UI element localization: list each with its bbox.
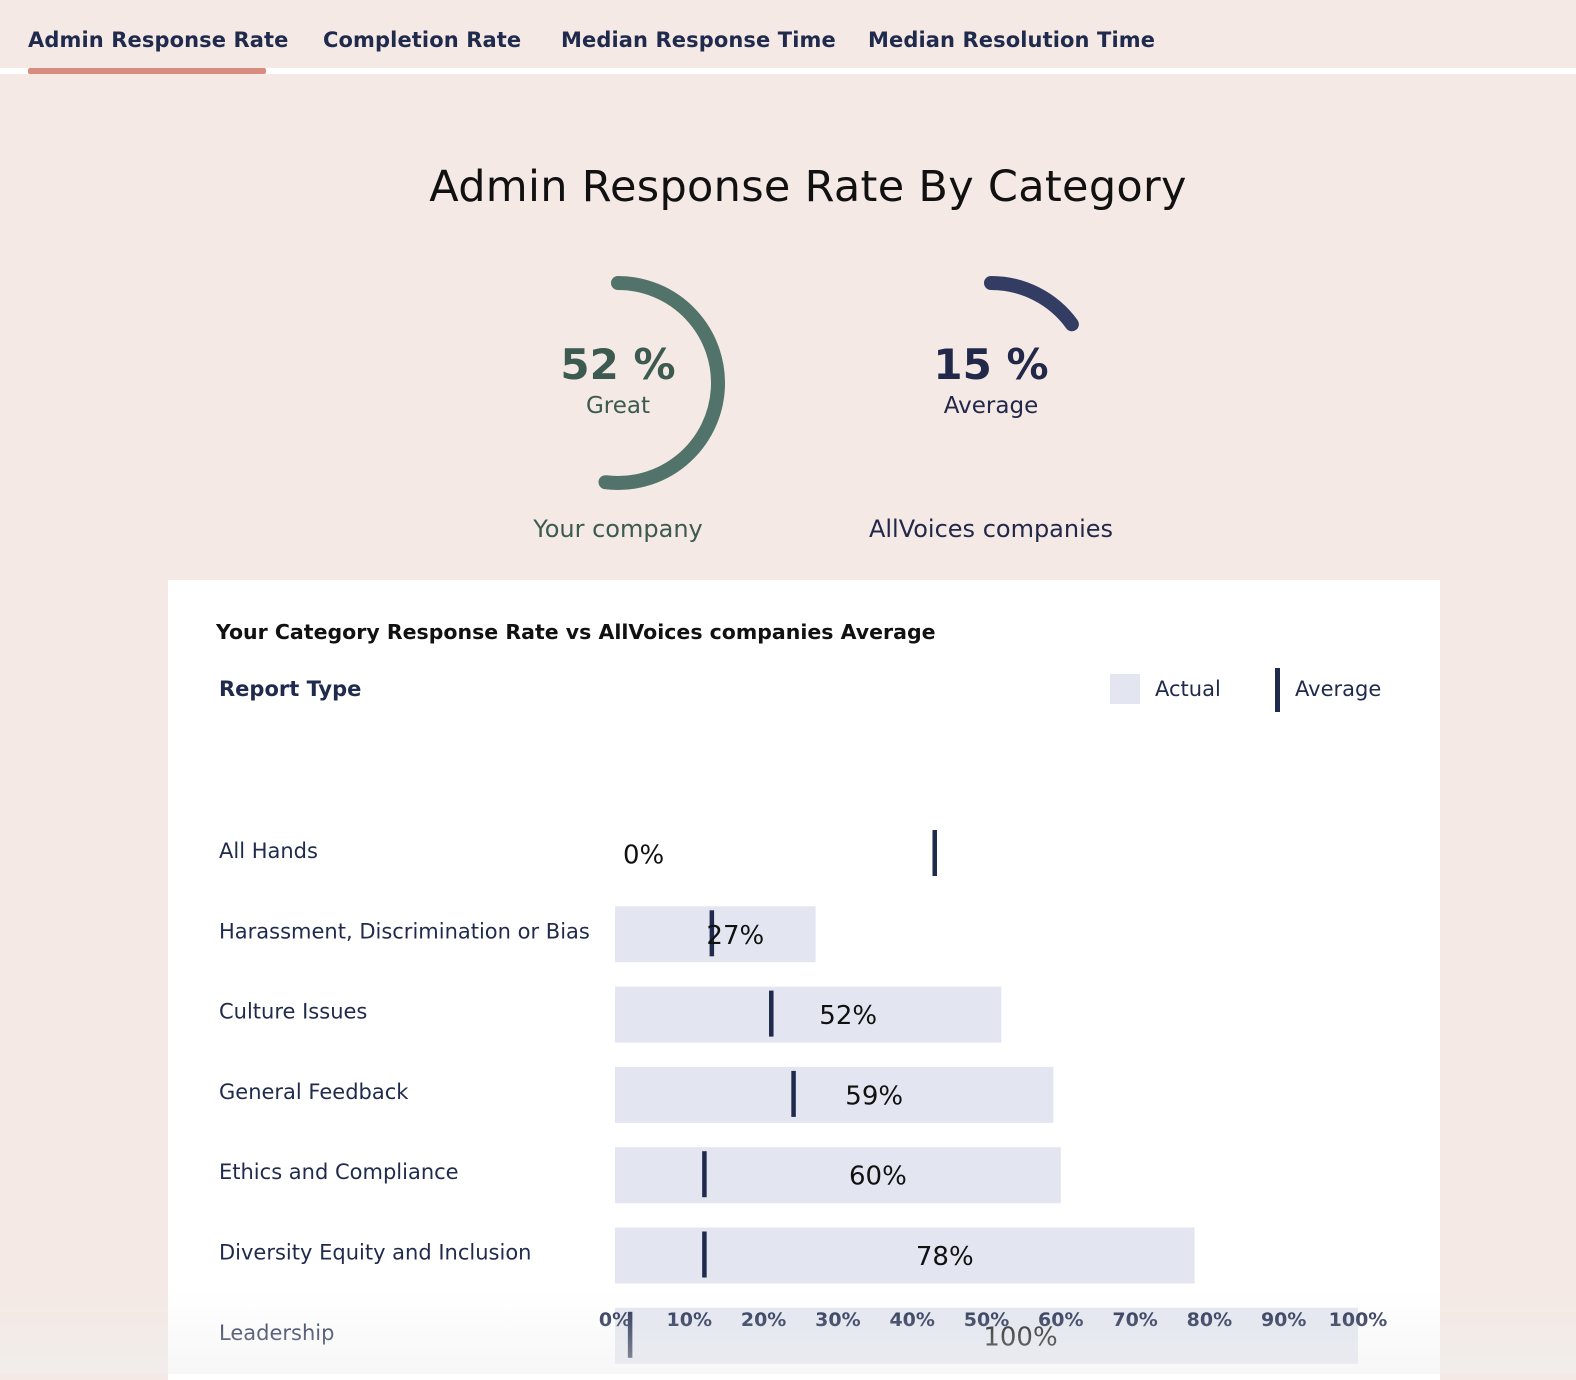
category-label: Diversity Equity and Inclusion [219, 1241, 532, 1265]
category-label: Culture Issues [219, 1000, 367, 1024]
bar-value-label: 78% [916, 1242, 974, 1272]
x-tick-label: 60% [1038, 1309, 1083, 1331]
average-marker [702, 1231, 707, 1278]
category-label: General Feedback [219, 1080, 409, 1104]
average-marker [932, 830, 937, 876]
actual-bar [615, 1066, 1054, 1123]
actual-bar [615, 1227, 1195, 1284]
bar-value-label: 60% [849, 1162, 907, 1192]
average-marker [769, 990, 774, 1037]
x-tick-label: 40% [889, 1309, 934, 1331]
x-tick-label: 50% [964, 1309, 1009, 1331]
x-tick-label: 80% [1187, 1309, 1232, 1331]
allvoices-gauge-label: Average [943, 393, 1039, 419]
actual-bar [615, 1147, 1061, 1204]
bar-value-label: 27% [706, 921, 764, 951]
x-tick-label: 70% [1112, 1309, 1157, 1331]
company-gauge [598, 276, 1079, 490]
bar-value-label: 0% [623, 841, 664, 871]
average-marker [702, 1151, 707, 1198]
category-label: Harassment, Discrimination or Bias [219, 919, 590, 943]
bar-chart: All Hands 0% Harassment, Discrimination or… [219, 830, 1388, 1364]
category-label: Leadership [219, 1321, 334, 1345]
allvoices-gauge-arc [984, 276, 1079, 332]
company-gauge-caption: Your company [533, 515, 703, 543]
allvoices-gauge-caption: AllVoices companies [868, 515, 1114, 543]
x-tick-label: 100% [1329, 1309, 1388, 1331]
x-tick-label: 90% [1261, 1309, 1306, 1331]
company-gauge-value: 52 % [560, 340, 676, 389]
x-tick-label: 0% [599, 1309, 631, 1331]
category-chart-panel: Your Category Response Rate vs AllVoices… [168, 580, 1440, 1380]
actual-bar [615, 986, 1002, 1043]
category-label: Ethics and Compliance [219, 1160, 459, 1184]
x-tick-label: 30% [815, 1309, 860, 1331]
x-tick-label: 10% [667, 1309, 712, 1331]
bar-value-label: 52% [819, 1001, 877, 1031]
average-marker [791, 1070, 796, 1117]
company-gauge-label: Great [585, 393, 651, 419]
category-label: All Hands [219, 839, 318, 863]
bar-value-label: 59% [845, 1081, 903, 1111]
x-tick-label: 20% [741, 1309, 786, 1331]
allvoices-gauge-value: 15 % [933, 340, 1049, 389]
